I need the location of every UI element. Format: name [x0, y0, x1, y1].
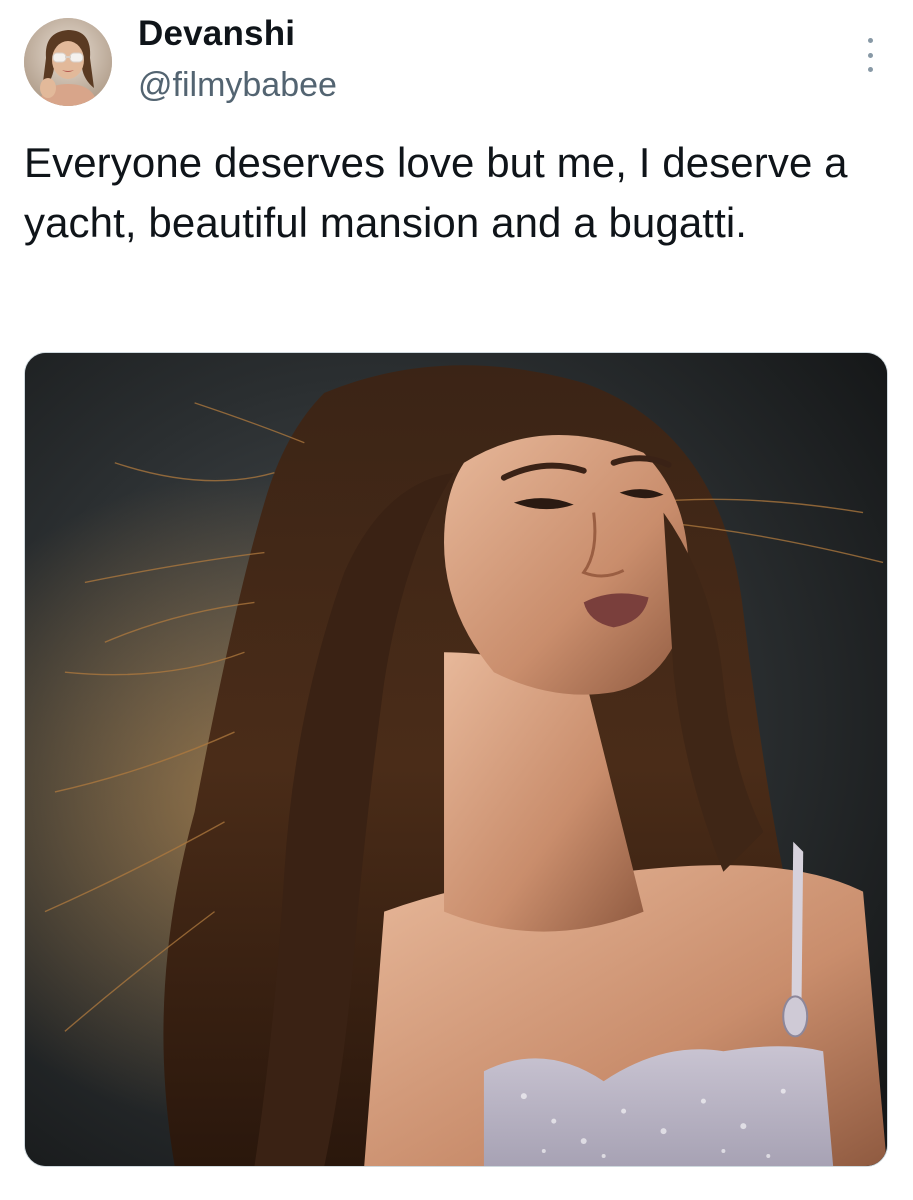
- tweet-media-photo[interactable]: [24, 352, 888, 1167]
- more-options-button[interactable]: [858, 38, 882, 72]
- author-display-name[interactable]: Devanshi: [138, 14, 295, 54]
- more-vertical-icon: [867, 52, 873, 58]
- author-avatar[interactable]: [24, 18, 112, 106]
- author-handle[interactable]: @filmybabee: [138, 66, 337, 105]
- portrait-photo: [25, 353, 887, 1166]
- more-vertical-icon: [867, 67, 873, 72]
- tweet-text: Everyone deserves love but me, I deserve…: [24, 139, 848, 246]
- more-vertical-icon: [867, 38, 873, 43]
- avatar-photo-icon: [24, 18, 112, 106]
- tweet-card[interactable]: Devanshi @filmybabee Everyone deserves l…: [0, 0, 913, 1200]
